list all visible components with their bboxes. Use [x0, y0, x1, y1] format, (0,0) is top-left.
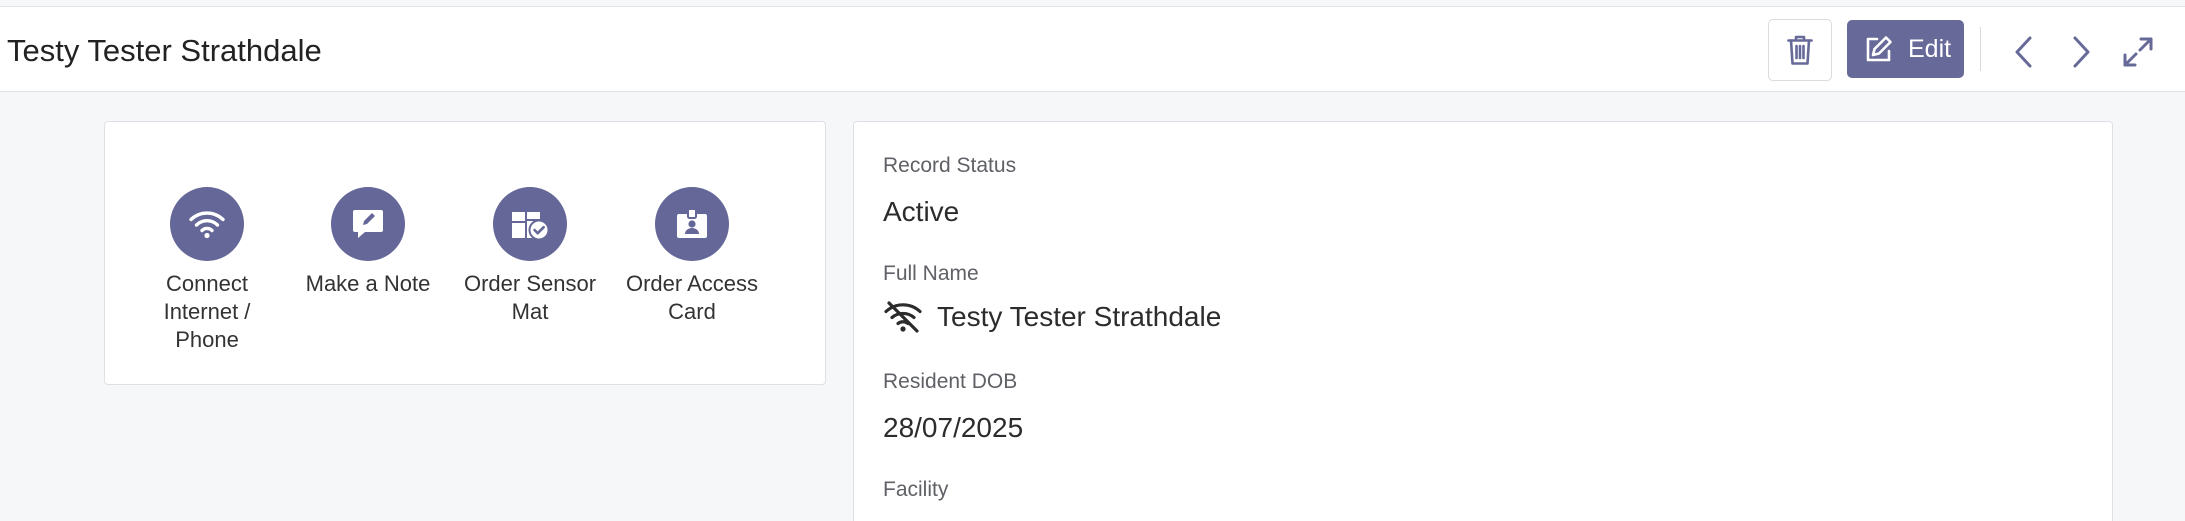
- edit-button-label: Edit: [1908, 34, 1952, 63]
- record-status-label: Record Status: [883, 154, 1017, 177]
- record-status-value: Active: [883, 196, 960, 227]
- facility-label: Facility: [883, 478, 949, 501]
- page-title: Testy Tester Strathdale: [7, 33, 322, 68]
- order-access-card-action[interactable]: Order Access Card: [617, 187, 767, 326]
- toolbar-divider: [1980, 27, 1981, 71]
- connect-internet-phone-label: Connect Internet / Phone: [163, 271, 251, 352]
- sensor-mat-icon: [512, 212, 550, 241]
- chevron-right-icon: [2073, 36, 2090, 68]
- pencil-square-icon: [1866, 36, 1892, 62]
- expand-icon: [2123, 37, 2153, 67]
- order-access-card-label: Order Access Card: [625, 271, 759, 324]
- connect-internet-phone-circle: [170, 187, 244, 261]
- record-header: Testy Tester Strathdale Edit: [0, 6, 2185, 92]
- next-record-button[interactable]: [2061, 32, 2101, 72]
- access-card-icon: [677, 208, 707, 238]
- delete-button[interactable]: [1768, 19, 1832, 81]
- order-sensor-mat-label: Order Sensor Mat: [463, 271, 597, 324]
- trash-icon: [1787, 35, 1813, 65]
- full-name-value: Testy Tester Strathdale: [937, 301, 1222, 332]
- expand-button[interactable]: [2118, 32, 2158, 72]
- full-name-label: Full Name: [883, 262, 979, 285]
- record-details-card: Record Status Active Full Name Testy Tes…: [853, 121, 2113, 521]
- wifi-icon: [189, 211, 225, 239]
- order-sensor-mat-circle: [493, 187, 567, 261]
- make-a-note-action[interactable]: Make a Note: [293, 187, 443, 298]
- quick-actions-card: Connect Internet / Phone Make a Note Ord…: [104, 121, 826, 385]
- chevron-left-icon: [2015, 36, 2032, 68]
- order-access-card-circle: [655, 187, 729, 261]
- previous-record-button[interactable]: [2004, 32, 2044, 72]
- make-a-note-circle: [331, 187, 405, 261]
- make-a-note-label: Make a Note: [305, 271, 431, 296]
- order-sensor-mat-action[interactable]: Order Sensor Mat: [455, 187, 605, 326]
- connect-internet-phone-action[interactable]: Connect Internet / Phone: [132, 187, 282, 354]
- resident-dob-value: 28/07/2025: [883, 412, 1024, 443]
- full-name-row: Testy Tester Strathdale: [883, 300, 1221, 334]
- edit-button[interactable]: Edit: [1847, 20, 1964, 78]
- wifi-off-icon: [884, 301, 922, 333]
- note-icon: [353, 210, 383, 238]
- resident-dob-label: Resident DOB: [883, 370, 1018, 393]
